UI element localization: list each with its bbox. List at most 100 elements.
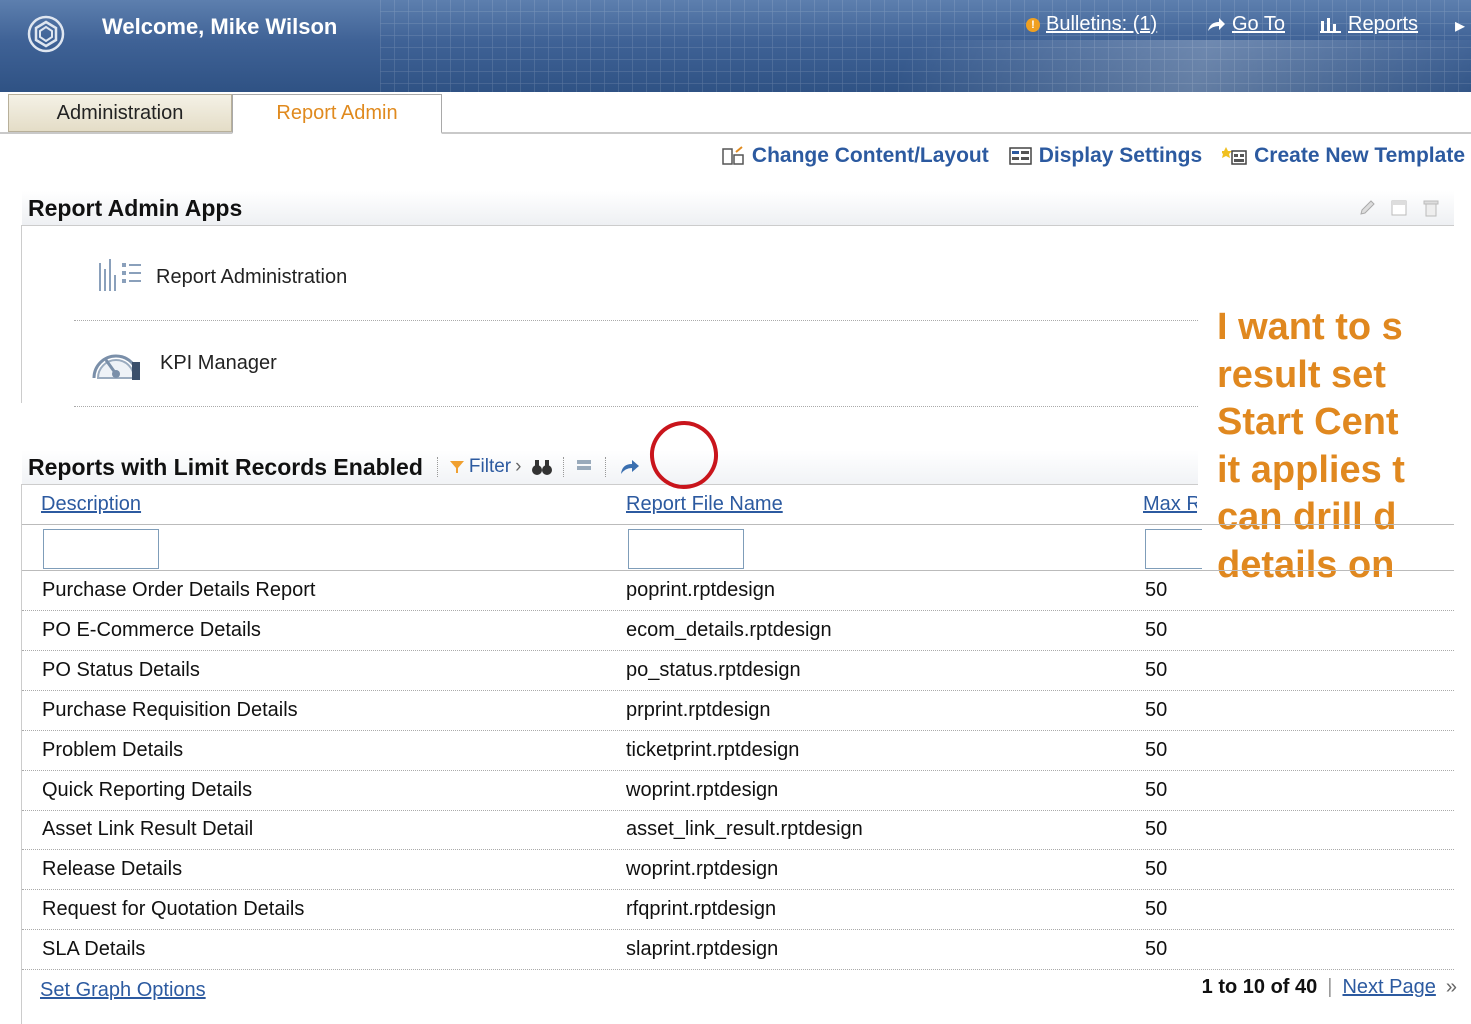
reports-link[interactable]: Reports [1320,13,1418,36]
table-row[interactable]: Request for Quotation Details rfqprint.rp… [22,889,1454,931]
cell-file-name: woprint.rptdesign [626,778,779,801]
table-row[interactable]: PO Status Details po_status.rptdesign 50 [22,650,1454,691]
cell-max-records: 50 [1145,698,1168,721]
column-report-file-name-header[interactable]: Report File Name [626,493,783,516]
report-admin-apps-title: Report Admin Apps [28,194,243,221]
header-bar: Welcome, Mike Wilson ! Bulletins: (1) Go… [0,0,1471,92]
cell-max-records: 50 [1145,778,1168,801]
filter-label: Filter [468,456,512,477]
minimize-icon[interactable] [1390,199,1408,217]
report-administration-label: Report Administration [156,265,348,288]
set-graph-options-link[interactable]: Set Graph Options [40,979,206,1002]
find-binoculars-icon[interactable] [531,458,553,476]
cell-file-name: asset_link_result.rptdesign [626,818,863,841]
table-row[interactable]: Release Details woprint.rptdesign 50 [22,849,1454,891]
cell-max-records: 50 [1145,579,1168,601]
cell-max-records: 50 [1145,658,1168,681]
create-new-template-link[interactable]: Create New Template [1222,144,1465,168]
cell-description: Quick Reporting Details [42,778,253,801]
pager-range: 1 to 10 of 40 [1201,976,1318,998]
product-logo-icon [27,15,65,53]
select-records-icon[interactable] [575,458,595,476]
tab-administration[interactable]: Administration [8,94,232,132]
table-toolbar: Filter › [436,456,642,478]
annotation-line: I want to s [1217,306,1403,348]
max-records-filter-input[interactable] [1145,529,1202,569]
table-row[interactable]: SLA Details slaprint.rptdesign 50 [22,929,1454,971]
cell-file-name: slaprint.rptdesign [626,938,779,961]
welcome-text: Welcome, Mike Wilson [102,14,338,39]
next-page-arrow-icon[interactable]: » [1446,976,1457,999]
app-report-administration[interactable]: Report Administration [74,234,1198,321]
layout-icon [722,146,744,165]
new-template-icon [1222,147,1247,165]
app-kpi-manager[interactable]: KPI Manager [74,320,1198,407]
cell-max-records: 50 [1145,738,1168,761]
table-row[interactable]: Asset Link Result Detail asset_link_resul… [22,809,1454,851]
tab-bar: Administration Report Admin [0,94,1471,134]
table-row[interactable]: PO E-Commerce Details ecom_details.rptdes… [22,610,1454,651]
download-export-icon[interactable] [617,457,641,477]
filter-expand-icon: › [515,456,522,477]
cell-description: PO Status Details [42,658,200,681]
cell-description: Purchase Requisition Details [42,698,298,721]
reports-table-title: Reports with Limit Records Enabled [28,453,423,480]
report-admin-apps-header: Report Admin Apps [22,191,1454,226]
reports-label: Reports [1348,13,1419,35]
pager-separator: | [1327,976,1333,998]
portlet-border [21,225,22,403]
display-settings-label: Display Settings [1038,144,1203,167]
toolbar-separator [436,457,439,477]
cell-file-name: poprint.rptdesign [626,579,775,601]
description-filter-input[interactable] [43,529,159,569]
cell-description: SLA Details [42,938,146,961]
filter-funnel-icon [449,461,464,473]
portlet-tools [1358,199,1440,217]
create-template-label: Create New Template [1254,144,1465,167]
tab-report-admin[interactable]: Report Admin [232,94,442,134]
cell-file-name: woprint.rptdesign [626,858,779,881]
kpi-manager-label: KPI Manager [160,351,277,374]
cell-file-name: po_status.rptdesign [626,658,801,681]
table-row[interactable]: Problem Details ticketprint.rptdesign 50 [22,730,1454,771]
bulletins-label: Bulletins: (1) [1046,13,1158,35]
next-page-link[interactable]: Next Page [1342,976,1435,999]
delete-trash-icon[interactable] [1422,199,1440,217]
annotation-line: it applies t [1217,448,1405,491]
annotation-line: Start Cent [1217,401,1399,443]
column-description-header[interactable]: Description [41,493,141,516]
cell-file-name: rfqprint.rptdesign [626,898,777,921]
cell-max-records: 50 [1145,858,1168,881]
cell-max-records: 50 [1145,818,1168,841]
annotation-line: result set [1217,353,1386,396]
column-max-records-header[interactable]: Max Rec [1143,493,1197,516]
goto-link[interactable]: Go To [1206,13,1285,36]
change-content-label: Change Content/Layout [751,144,989,167]
table-row[interactable]: Quick Reporting Details woprint.rptdesign… [22,770,1454,811]
table-row[interactable]: Purchase Requisition Details prprint.rptd… [22,690,1454,731]
edit-pencil-icon[interactable] [1358,199,1376,217]
filter-button[interactable]: Filter › [449,456,522,478]
overflow-arrow-icon[interactable]: ▸ [1455,13,1465,38]
change-content-layout-link[interactable]: Change Content/Layout [722,144,989,168]
header-divider [22,524,1454,525]
table-row[interactable]: Purchase Order Details Report poprint.rpt… [22,570,1454,611]
page-actions: Change Content/Layout Display Settings C… [722,144,1465,168]
cell-max-records: 50 [1145,938,1168,961]
bulletin-alert-icon: ! [1026,17,1040,32]
display-settings-link[interactable]: Display Settings [1009,144,1202,168]
display-settings-icon [1009,147,1032,165]
cell-file-name: ecom_details.rptdesign [626,618,832,641]
cell-description: Release Details [42,858,183,881]
cell-max-records: 50 [1145,618,1168,641]
file-name-filter-input[interactable] [628,529,744,569]
pagination: 1 to 10 of 40 | Next Page » [1202,976,1457,999]
goto-arrow-icon [1208,17,1225,31]
goto-label: Go To [1232,13,1285,35]
cell-description: PO E-Commerce Details [42,618,261,641]
cell-file-name: ticketprint.rptdesign [626,738,800,761]
cell-description: Asset Link Result Detail [42,818,254,841]
annotation-line: can drill d [1217,496,1397,538]
toolbar-separator [563,457,565,477]
bulletins-link[interactable]: ! Bulletins: (1) [1026,13,1157,36]
